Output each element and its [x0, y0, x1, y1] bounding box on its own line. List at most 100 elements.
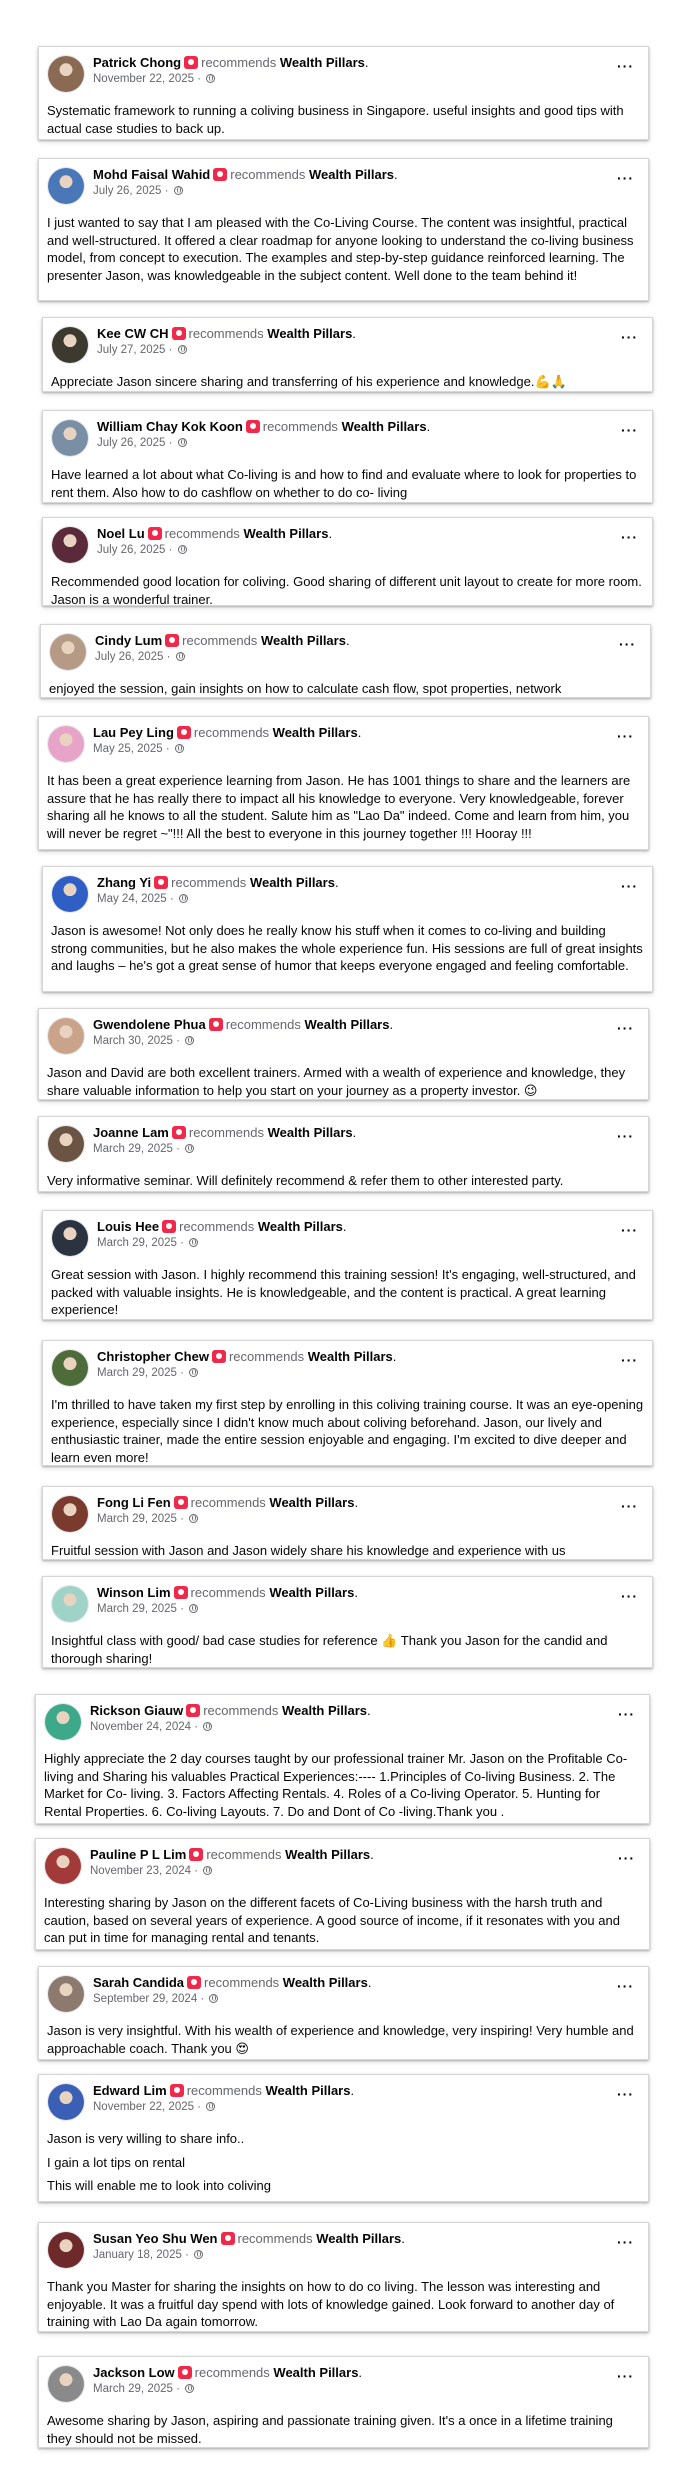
more-options-button[interactable]: ···: [617, 1979, 634, 1993]
avatar[interactable]: [51, 526, 89, 564]
reviewer-name[interactable]: Winson Lim: [97, 1585, 171, 1600]
more-options-button[interactable]: ···: [617, 1021, 634, 1035]
review-date[interactable]: March 30, 2025: [93, 1035, 173, 1047]
avatar[interactable]: [49, 633, 87, 671]
reviewer-name[interactable]: Edward Lim: [93, 2083, 167, 2098]
reviewer-name[interactable]: Sarah Candida: [93, 1975, 184, 1990]
reviewer-name[interactable]: Gwendolene Phua: [93, 1017, 206, 1032]
avatar[interactable]: [44, 1847, 82, 1885]
review-date[interactable]: March 29, 2025: [97, 1603, 177, 1615]
more-options-button[interactable]: ···: [617, 171, 634, 185]
more-options-button[interactable]: ···: [619, 637, 636, 651]
more-options-button[interactable]: ···: [621, 1353, 638, 1367]
more-options-button[interactable]: ···: [617, 59, 634, 73]
page-name-link[interactable]: Wealth Pillars: [280, 55, 365, 70]
avatar[interactable]: [47, 2231, 85, 2269]
review-date[interactable]: September 29, 2024: [93, 1993, 197, 2005]
review-date[interactable]: March 29, 2025: [97, 1513, 177, 1525]
more-options-button[interactable]: ···: [621, 1589, 638, 1603]
more-options-button[interactable]: ···: [617, 729, 634, 743]
avatar[interactable]: [51, 1349, 89, 1387]
reviewer-name[interactable]: Susan Yeo Shu Wen: [93, 2231, 218, 2246]
more-options-button[interactable]: ···: [617, 1129, 634, 1143]
more-options-button[interactable]: ···: [617, 2087, 634, 2101]
review-date[interactable]: November 24, 2024: [90, 1721, 191, 1733]
page-name-link[interactable]: Wealth Pillars: [269, 1495, 354, 1510]
page-name-link[interactable]: Wealth Pillars: [261, 633, 346, 648]
avatar[interactable]: [47, 725, 85, 763]
review-date[interactable]: July 26, 2025: [97, 437, 165, 449]
more-options-button[interactable]: ···: [621, 330, 638, 344]
review-date[interactable]: July 26, 2025: [97, 544, 165, 556]
reviewer-name[interactable]: Joanne Lam: [93, 1125, 169, 1140]
page-name-link[interactable]: Wealth Pillars: [269, 1585, 354, 1600]
page-name-link[interactable]: Wealth Pillars: [342, 419, 427, 434]
more-options-button[interactable]: ···: [621, 423, 638, 437]
page-name-link[interactable]: Wealth Pillars: [265, 2083, 350, 2098]
review-date[interactable]: July 26, 2025: [93, 185, 161, 197]
avatar[interactable]: [51, 1585, 89, 1623]
reviewer-name[interactable]: Christopher Chew: [97, 1349, 209, 1364]
more-options-button[interactable]: ···: [621, 1223, 638, 1237]
reviewer-name[interactable]: Cindy Lum: [95, 633, 162, 648]
reviewer-name[interactable]: Fong Li Fen: [97, 1495, 171, 1510]
avatar[interactable]: [51, 419, 89, 457]
avatar[interactable]: [44, 1703, 82, 1741]
reviewer-name[interactable]: William Chay Kok Koon: [97, 419, 243, 434]
review-date[interactable]: November 22, 2025: [93, 73, 194, 85]
page-name-link[interactable]: Wealth Pillars: [273, 2365, 358, 2380]
page-name-link[interactable]: Wealth Pillars: [283, 1975, 368, 1990]
more-options-button[interactable]: ···: [621, 530, 638, 544]
more-options-button[interactable]: ···: [621, 879, 638, 893]
avatar[interactable]: [47, 167, 85, 205]
reviewer-name[interactable]: Kee CW CH: [97, 326, 169, 341]
review-date[interactable]: November 22, 2025: [93, 2101, 194, 2113]
reviewer-name[interactable]: Rickson Giauw: [90, 1703, 183, 1718]
page-name-link[interactable]: Wealth Pillars: [250, 875, 335, 890]
avatar[interactable]: [51, 1219, 89, 1257]
review-date[interactable]: July 27, 2025: [97, 344, 165, 356]
avatar[interactable]: [47, 1017, 85, 1055]
page-name-link[interactable]: Wealth Pillars: [268, 1125, 353, 1140]
reviewer-name[interactable]: Lau Pey Ling: [93, 725, 174, 740]
review-date[interactable]: May 24, 2025: [97, 893, 167, 905]
avatar[interactable]: [51, 875, 89, 913]
more-options-button[interactable]: ···: [617, 2235, 634, 2249]
avatar[interactable]: [47, 1975, 85, 2013]
reviewer-name[interactable]: Zhang Yi: [97, 875, 151, 890]
page-name-link[interactable]: Wealth Pillars: [258, 1219, 343, 1234]
review-date[interactable]: January 18, 2025: [93, 2249, 182, 2261]
reviewer-name[interactable]: Noel Lu: [97, 526, 145, 541]
more-options-button[interactable]: ···: [618, 1707, 635, 1721]
review-date[interactable]: May 25, 2025: [93, 743, 163, 755]
reviewer-name[interactable]: Pauline P L Lim: [90, 1847, 186, 1862]
page-name-link[interactable]: Wealth Pillars: [309, 167, 394, 182]
more-options-button[interactable]: ···: [621, 1499, 638, 1513]
review-date[interactable]: March 29, 2025: [93, 2383, 173, 2395]
avatar[interactable]: [47, 2365, 85, 2403]
review-date[interactable]: March 29, 2025: [93, 1143, 173, 1155]
review-date[interactable]: November 23, 2024: [90, 1865, 191, 1877]
avatar[interactable]: [51, 326, 89, 364]
page-name-link[interactable]: Wealth Pillars: [273, 725, 358, 740]
avatar[interactable]: [47, 2083, 85, 2121]
review-date[interactable]: March 29, 2025: [97, 1237, 177, 1249]
reviewer-name[interactable]: Patrick Chong: [93, 55, 181, 70]
avatar[interactable]: [47, 1125, 85, 1163]
page-name-link[interactable]: Wealth Pillars: [282, 1703, 367, 1718]
page-name-link[interactable]: Wealth Pillars: [316, 2231, 401, 2246]
page-name-link[interactable]: Wealth Pillars: [243, 526, 328, 541]
avatar[interactable]: [47, 55, 85, 93]
more-options-button[interactable]: ···: [617, 2369, 634, 2383]
reviewer-name[interactable]: Louis Hee: [97, 1219, 159, 1234]
page-name-link[interactable]: Wealth Pillars: [304, 1017, 389, 1032]
more-options-button[interactable]: ···: [618, 1851, 635, 1865]
review-date[interactable]: July 26, 2025: [95, 651, 163, 663]
review-date[interactable]: March 29, 2025: [97, 1367, 177, 1379]
page-name-link[interactable]: Wealth Pillars: [308, 1349, 393, 1364]
reviewer-name[interactable]: Mohd Faisal Wahid: [93, 167, 210, 182]
page-name-link[interactable]: Wealth Pillars: [267, 326, 352, 341]
reviewer-name[interactable]: Jackson Low: [93, 2365, 175, 2380]
page-name-link[interactable]: Wealth Pillars: [285, 1847, 370, 1862]
avatar[interactable]: [51, 1495, 89, 1533]
